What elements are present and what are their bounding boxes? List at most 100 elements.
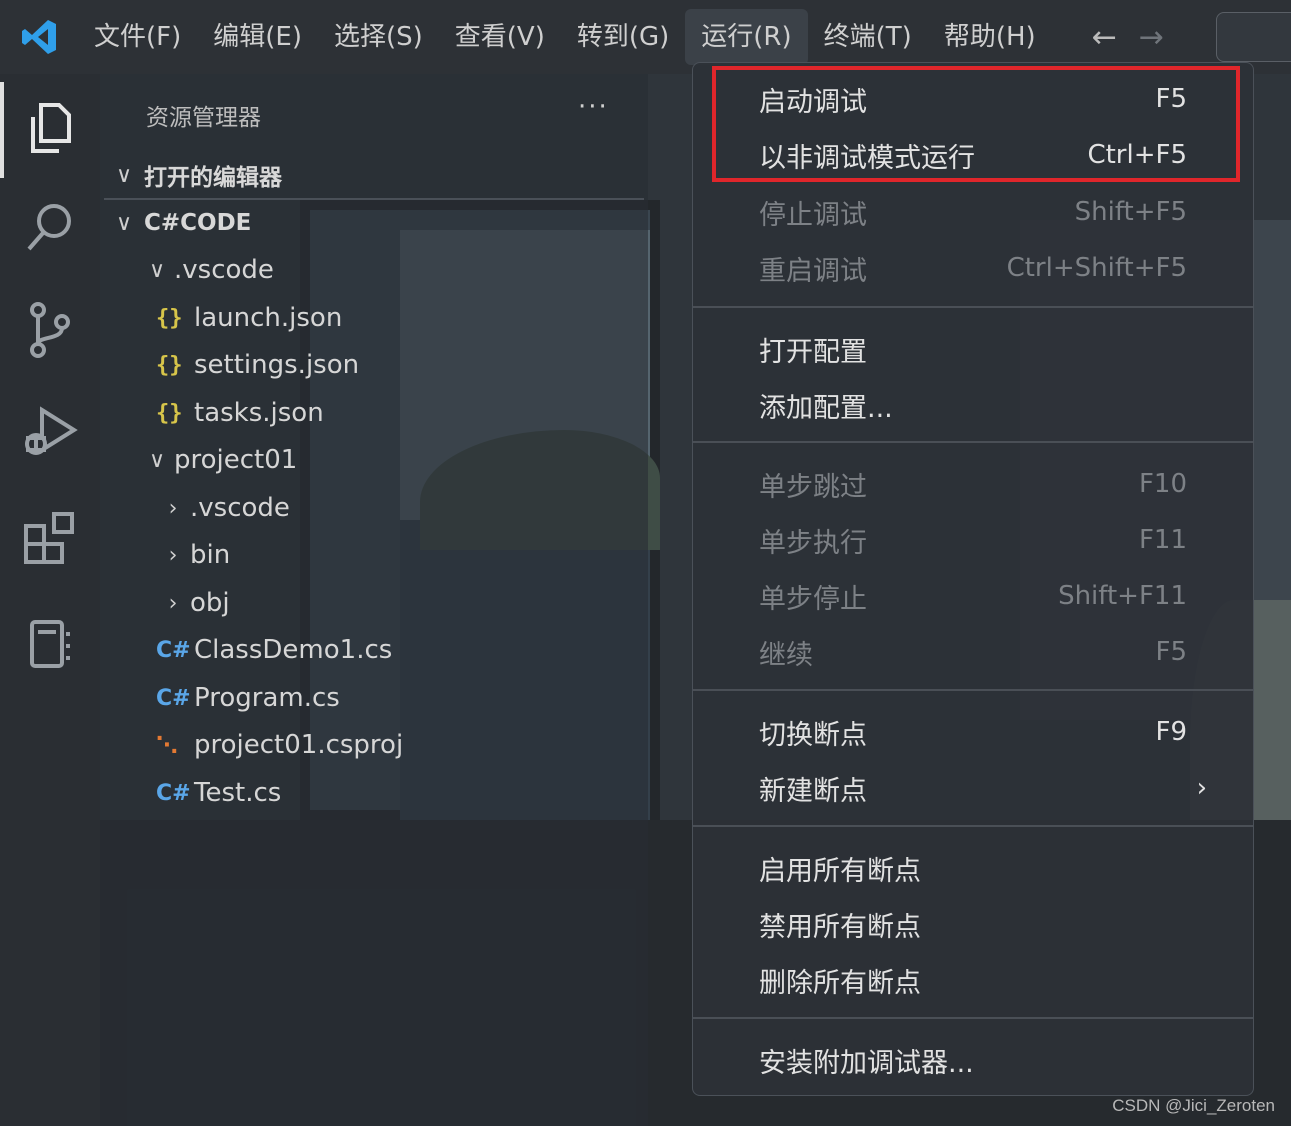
menu-item-shortcut: F11 xyxy=(1138,525,1187,555)
menu-go[interactable]: 转到(G) xyxy=(561,9,685,65)
tree-item-label: Test.cs xyxy=(194,778,282,808)
tree-item-file[interactable]: C# Program.cs xyxy=(156,675,340,721)
json-file-icon: {} xyxy=(156,400,183,426)
chevron-down-icon: ∨ xyxy=(115,210,133,236)
menu-view[interactable]: 查看(V) xyxy=(439,9,561,65)
menu-file[interactable]: 文件(F) xyxy=(78,9,197,65)
workspace-section[interactable]: ∨ C#CODE xyxy=(104,201,644,245)
tree-item-file[interactable]: {} settings.json xyxy=(156,342,359,388)
csharp-file-icon: C# xyxy=(156,685,191,711)
tree-item-label: tasks.json xyxy=(194,398,324,428)
tree-item-file[interactable]: C# Test.cs xyxy=(156,770,281,816)
run-menu-dropdown: 启动调试 F5 以非调试模式运行 Ctrl+F5 停止调试 Shift+F5 重… xyxy=(692,62,1254,1096)
menu-item-label: 停止调试 xyxy=(759,199,867,231)
menu-item-label: 继续 xyxy=(759,639,813,671)
menu-item-label: 启用所有断点 xyxy=(759,855,921,887)
tree-item-label: bin xyxy=(190,540,231,570)
menu-item-stop-debugging: 停止调试 Shift+F5 xyxy=(693,184,1253,240)
workspace-label: C#CODE xyxy=(144,210,252,236)
vscode-logo-icon xyxy=(0,0,78,74)
menu-item-label: 禁用所有断点 xyxy=(759,911,921,943)
chevron-right-icon: › xyxy=(168,590,178,616)
menu-item-label: 重启调试 xyxy=(759,255,867,287)
extensions-icon[interactable] xyxy=(0,488,100,588)
menu-item-label: 切换断点 xyxy=(759,719,867,751)
tree-item-label: .vscode xyxy=(190,493,290,523)
tree-item-folder[interactable]: ∨ .vscode xyxy=(140,247,274,293)
activity-bar xyxy=(0,74,100,1126)
menu-item-open-configurations[interactable]: 打开配置 xyxy=(693,321,1253,377)
rss-file-icon: ⋱ xyxy=(156,732,178,758)
menu-terminal[interactable]: 终端(T) xyxy=(808,9,928,65)
more-actions-icon[interactable]: ··· xyxy=(578,92,609,122)
menu-item-label: 安装附加调试器... xyxy=(759,1047,974,1079)
csharp-file-icon: C# xyxy=(156,780,191,806)
tree-item-label: .vscode xyxy=(174,255,274,285)
tree-item-file[interactable]: {} tasks.json xyxy=(156,390,324,436)
menu-item-shortcut: Shift+F11 xyxy=(1058,581,1187,611)
search-icon[interactable] xyxy=(0,178,100,278)
menu-separator xyxy=(693,825,1253,827)
explorer-icon[interactable] xyxy=(0,78,100,178)
menu-run[interactable]: 运行(R) xyxy=(685,9,808,65)
arrow-left-icon[interactable]: ← xyxy=(1092,20,1117,55)
annotation-highlight-box xyxy=(712,66,1240,182)
menu-edit[interactable]: 编辑(E) xyxy=(197,9,318,65)
menu-item-disable-all-breakpoints[interactable]: 禁用所有断点 xyxy=(693,896,1253,952)
menu-item-step-over: 单步跳过 F10 xyxy=(693,456,1253,512)
menu-item-new-breakpoint[interactable]: 新建断点 › xyxy=(693,760,1253,816)
menu-item-step-into: 单步执行 F11 xyxy=(693,512,1253,568)
arrow-right-icon[interactable]: → xyxy=(1139,20,1164,55)
menu-item-shortcut: Ctrl+Shift+F5 xyxy=(1006,253,1187,283)
menu-separator xyxy=(693,1017,1253,1019)
tree-item-label: launch.json xyxy=(194,303,343,333)
run-debug-icon[interactable] xyxy=(0,382,100,482)
csharp-file-icon: C# xyxy=(156,637,191,663)
menu-item-label: 删除所有断点 xyxy=(759,967,921,999)
menu-item-add-configuration[interactable]: 添加配置... xyxy=(693,377,1253,433)
menu-item-install-debuggers[interactable]: 安装附加调试器... xyxy=(693,1032,1253,1088)
tree-item-file[interactable]: C# ClassDemo1.cs xyxy=(156,627,392,673)
watermark: CSDN @Jici_Zeroten xyxy=(1112,1096,1275,1115)
menu-item-label: 单步执行 xyxy=(759,527,867,559)
tree-item-file[interactable]: ⋱ project01.csproj xyxy=(156,722,403,768)
tree-item-label: project01.csproj xyxy=(194,730,404,760)
menu-item-toggle-breakpoint[interactable]: 切换断点 F9 xyxy=(693,704,1253,760)
menu-item-label: 单步停止 xyxy=(759,583,867,615)
notebook-icon[interactable] xyxy=(0,594,100,694)
tree-item-file[interactable]: {} launch.json xyxy=(156,295,342,341)
menu-item-shortcut: Shift+F5 xyxy=(1074,197,1187,227)
tree-item-folder[interactable]: › obj xyxy=(156,580,230,626)
navigation-arrows: ← → xyxy=(1092,20,1164,55)
menu-item-label: 添加配置... xyxy=(759,392,893,424)
tree-item-folder[interactable]: › bin xyxy=(156,532,231,578)
tree-item-label: project01 xyxy=(174,445,298,475)
chevron-down-icon: ∨ xyxy=(148,257,166,283)
chevron-right-icon: › xyxy=(168,542,178,568)
menu-selection[interactable]: 选择(S) xyxy=(318,9,439,65)
chevron-down-icon: ∨ xyxy=(115,162,133,188)
menu-separator xyxy=(693,689,1253,691)
open-editors-section[interactable]: ∨ 打开的编辑器 xyxy=(104,153,644,197)
explorer-title: 资源管理器 xyxy=(146,105,261,131)
menu-item-shortcut: F9 xyxy=(1155,717,1188,747)
menu-item-label: 单步跳过 xyxy=(759,471,867,503)
chevron-right-icon: › xyxy=(168,495,178,521)
tree-item-folder[interactable]: ∨ project01 xyxy=(140,437,297,483)
menu-item-step-out: 单步停止 Shift+F11 xyxy=(693,568,1253,624)
json-file-icon: {} xyxy=(156,305,183,331)
source-control-icon[interactable] xyxy=(0,280,100,380)
tree-item-folder[interactable]: › .vscode xyxy=(156,485,290,531)
tree-item-label: settings.json xyxy=(194,350,360,380)
menu-item-restart-debugging: 重启调试 Ctrl+Shift+F5 xyxy=(693,240,1253,296)
menu-item-shortcut: F5 xyxy=(1155,637,1188,667)
menu-item-remove-all-breakpoints[interactable]: 删除所有断点 xyxy=(693,952,1253,1008)
tree-item-label: obj xyxy=(190,588,230,618)
menu-item-label: 新建断点 xyxy=(759,775,867,807)
menu-separator xyxy=(693,306,1253,308)
menu-help[interactable]: 帮助(H) xyxy=(928,9,1052,65)
menu-item-shortcut: F10 xyxy=(1138,469,1187,499)
command-center-input[interactable] xyxy=(1216,12,1291,62)
menu-item-enable-all-breakpoints[interactable]: 启用所有断点 xyxy=(693,840,1253,896)
chevron-right-icon: › xyxy=(1196,773,1207,803)
